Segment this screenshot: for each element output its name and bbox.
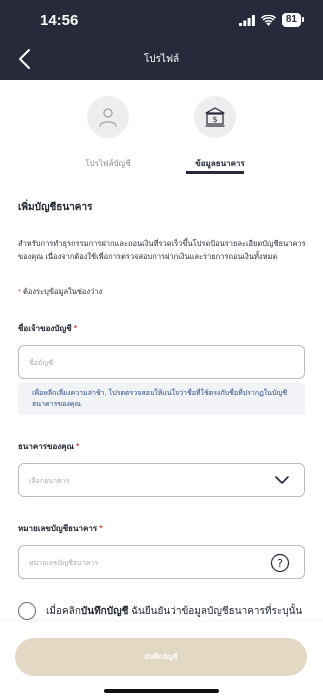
signal-icon	[238, 14, 255, 26]
account-number-input[interactable]: หมายเลขบัญชีธนาคาร ?	[18, 545, 305, 579]
profile-tabs: โปรไฟล์บัญชี $ ข้อมูลธนาคาร	[0, 80, 323, 180]
tab-bank-info[interactable]: $ ข้อมูลธนาคาร	[160, 80, 280, 180]
help-icon[interactable]: ?	[270, 553, 290, 573]
account-name-info: เพื่อหลีกเลี่ยงความล่าช้า, โปรดตรวจสอบให…	[18, 383, 305, 415]
account-number-label-text: หมายเลขบัญชีธนาคาร	[18, 524, 98, 533]
consent-text: เมื่อคลิกบันทึกบัญชี ฉันยืนยันว่าข้อมูลบ…	[46, 604, 302, 619]
footer: บันทึกบัญชี	[0, 622, 323, 700]
tab-account-profile[interactable]: โปรไฟล์บัญชี	[48, 80, 168, 180]
chevron-down-icon	[275, 476, 289, 484]
svg-text:?: ?	[277, 557, 283, 570]
save-account-button[interactable]: บันทึกบัญชี	[15, 638, 307, 676]
battery-icon: 81	[281, 13, 305, 27]
tab-icon-circle	[87, 96, 129, 138]
wifi-icon	[260, 14, 276, 26]
account-number-placeholder: หมายเลขบัญชีธนาคาร	[29, 560, 99, 567]
consent-bold: บันทึกบัญชี	[80, 606, 129, 617]
home-indicator	[104, 689, 219, 693]
section-title: เพิ่มบัญชีธนาคาร	[18, 202, 93, 213]
tab-icon-circle: $	[194, 96, 236, 138]
nav-bar: โปรไฟล์	[0, 40, 323, 80]
bank-icon: $	[205, 107, 225, 127]
required-note-text: ต้องระบุข้อมูลในช่องว่าง	[23, 287, 103, 296]
consent-rest: ฉันยืนยันว่าข้อมูลบัญชีธนาคารที่ระบุนั้น	[128, 606, 303, 617]
account-number-label: หมายเลขบัญชีธนาคาร *	[18, 522, 102, 535]
section-description: สำหรับการทำธุรกรรมการฝากและถอนเงินที่รวด…	[18, 239, 306, 261]
bank-label: ธนาคารของคุณ *	[18, 440, 79, 453]
bank-placeholder: เลือกธนาคาร	[29, 478, 70, 485]
bank-label-text: ธนาคารของคุณ	[18, 442, 74, 451]
status-bar: 14:56 81	[0, 0, 323, 40]
svg-text:$: $	[212, 115, 217, 124]
active-tab-indicator	[186, 171, 244, 174]
account-name-input[interactable]: ชื่อบัญชี	[18, 345, 305, 379]
consent-prefix: เมื่อคลิก	[46, 606, 81, 617]
page-title: โปรไฟล์	[143, 54, 180, 65]
consent-radio[interactable]	[18, 602, 36, 620]
account-name-label-text: ชื่อเจ้าของบัญชี	[18, 324, 72, 333]
status-time: 14:56	[40, 12, 79, 29]
bank-select[interactable]: เลือกธนาคาร	[18, 463, 305, 497]
required-asterisk: *	[97, 524, 103, 533]
account-name-placeholder: ชื่อบัญชี	[29, 360, 54, 367]
account-name-label: ชื่อเจ้าของบัญชี *	[18, 322, 77, 335]
status-icons: 81	[238, 13, 305, 27]
required-asterisk: *	[71, 324, 77, 333]
required-note: * ต้องระบุข้อมูลในช่องว่าง	[18, 286, 102, 298]
user-icon	[99, 108, 117, 127]
required-asterisk: *	[73, 442, 80, 451]
app-header: 14:56 81 โปรไฟล์	[0, 0, 323, 80]
tab-label: โปรไฟล์บัญชี	[85, 159, 131, 168]
tab-label: ข้อมูลธนาคาร	[195, 159, 245, 168]
